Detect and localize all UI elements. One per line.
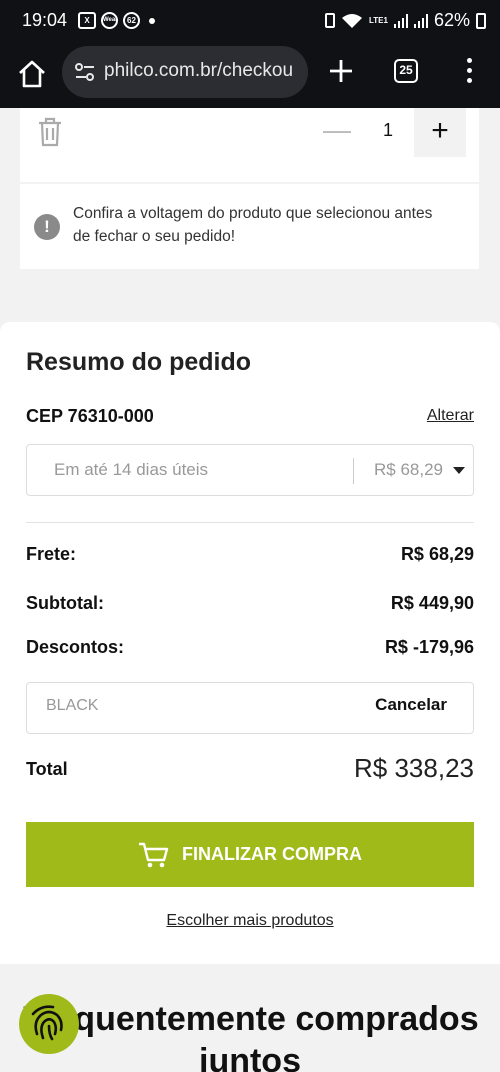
battery-saver-icon <box>325 13 335 28</box>
total-label: Total <box>26 759 68 779</box>
coupon-field[interactable]: BLACK Cancelar <box>26 682 474 734</box>
tab-switcher-button[interactable]: 25 <box>394 59 418 83</box>
total-value: R$ 338,23 <box>354 753 474 783</box>
new-tab-plus-icon[interactable] <box>326 56 356 86</box>
system-indicators: LTE1 62% <box>325 10 486 31</box>
shipping-option: Em até 14 dias úteis <box>54 460 209 479</box>
battery-percent: 62% <box>433 10 470 30</box>
status-time: 19:04 <box>22 10 68 30</box>
battery-icon <box>476 12 486 29</box>
freight-value: R$ 68,29 <box>400 544 474 564</box>
notification-icons: X Wear 62 <box>78 12 155 29</box>
select-divider <box>353 458 354 484</box>
wear-icon: Wear <box>101 12 118 29</box>
trash-icon[interactable] <box>36 116 64 148</box>
cart-icon <box>139 842 169 867</box>
choose-more-products-link[interactable]: Escolher mais produtos <box>0 912 500 930</box>
more-vert-icon[interactable] <box>460 58 478 86</box>
change-cep-link[interactable]: Alterar <box>427 407 474 425</box>
cart-item: — 1 + <box>20 108 479 182</box>
notice-text: Confira a voltagem do produto que seleci… <box>73 205 433 245</box>
quantity-value: 1 <box>382 120 393 140</box>
cep-label: CEP 76310-000 <box>26 406 154 426</box>
home-icon[interactable] <box>16 58 48 90</box>
fingerprint-icon[interactable] <box>19 994 79 1054</box>
quantity-increase-button[interactable]: + <box>414 108 466 157</box>
browser-toolbar: philco.com.br/checkou 25 <box>0 42 500 108</box>
coupon-cancel-button[interactable]: Cancelar <box>375 695 447 715</box>
status-bar: 19:04 X Wear 62 LTE1 62% <box>0 0 500 42</box>
caret-down-icon <box>453 467 465 474</box>
quantity-decrease-button[interactable]: — <box>323 116 351 144</box>
signal-2-icon <box>413 13 428 28</box>
tune-icon[interactable] <box>74 62 96 82</box>
subtotal-value: R$ 449,90 <box>390 593 474 613</box>
network-label: LTE1 <box>369 15 388 25</box>
checkout-button[interactable]: FINALIZAR COMPRA <box>26 822 474 887</box>
url-text[interactable]: philco.com.br/checkou <box>104 60 293 82</box>
x-app-icon: X <box>78 12 96 29</box>
notification-badge: 62 <box>123 12 140 29</box>
freight-label: Frete: <box>26 544 77 564</box>
shipping-select[interactable]: Em até 14 dias úteis R$ 68,29 <box>26 444 474 496</box>
signal-1-icon <box>393 13 408 28</box>
voltage-notice: ! Confira a voltagem do produto que sele… <box>20 184 479 269</box>
address-bar[interactable]: philco.com.br/checkou <box>62 46 308 98</box>
more-notifications-dot-icon <box>149 17 155 24</box>
wifi-icon <box>342 13 362 28</box>
discount-value: R$ -179,96 <box>384 637 474 657</box>
checkout-button-label: FINALIZAR COMPRA <box>182 844 362 864</box>
subtotal-label: Subtotal: <box>26 593 104 613</box>
alert-icon: ! <box>34 214 60 240</box>
discount-label: Descontos: <box>26 637 125 657</box>
coupon-code: BLACK <box>46 697 99 714</box>
summary-title: Resumo do pedido <box>26 348 251 376</box>
divider <box>26 522 474 523</box>
order-summary: Resumo do pedido CEP 76310-000 Alterar E… <box>0 322 500 964</box>
shipping-option-price: R$ 68,29 <box>374 460 443 479</box>
